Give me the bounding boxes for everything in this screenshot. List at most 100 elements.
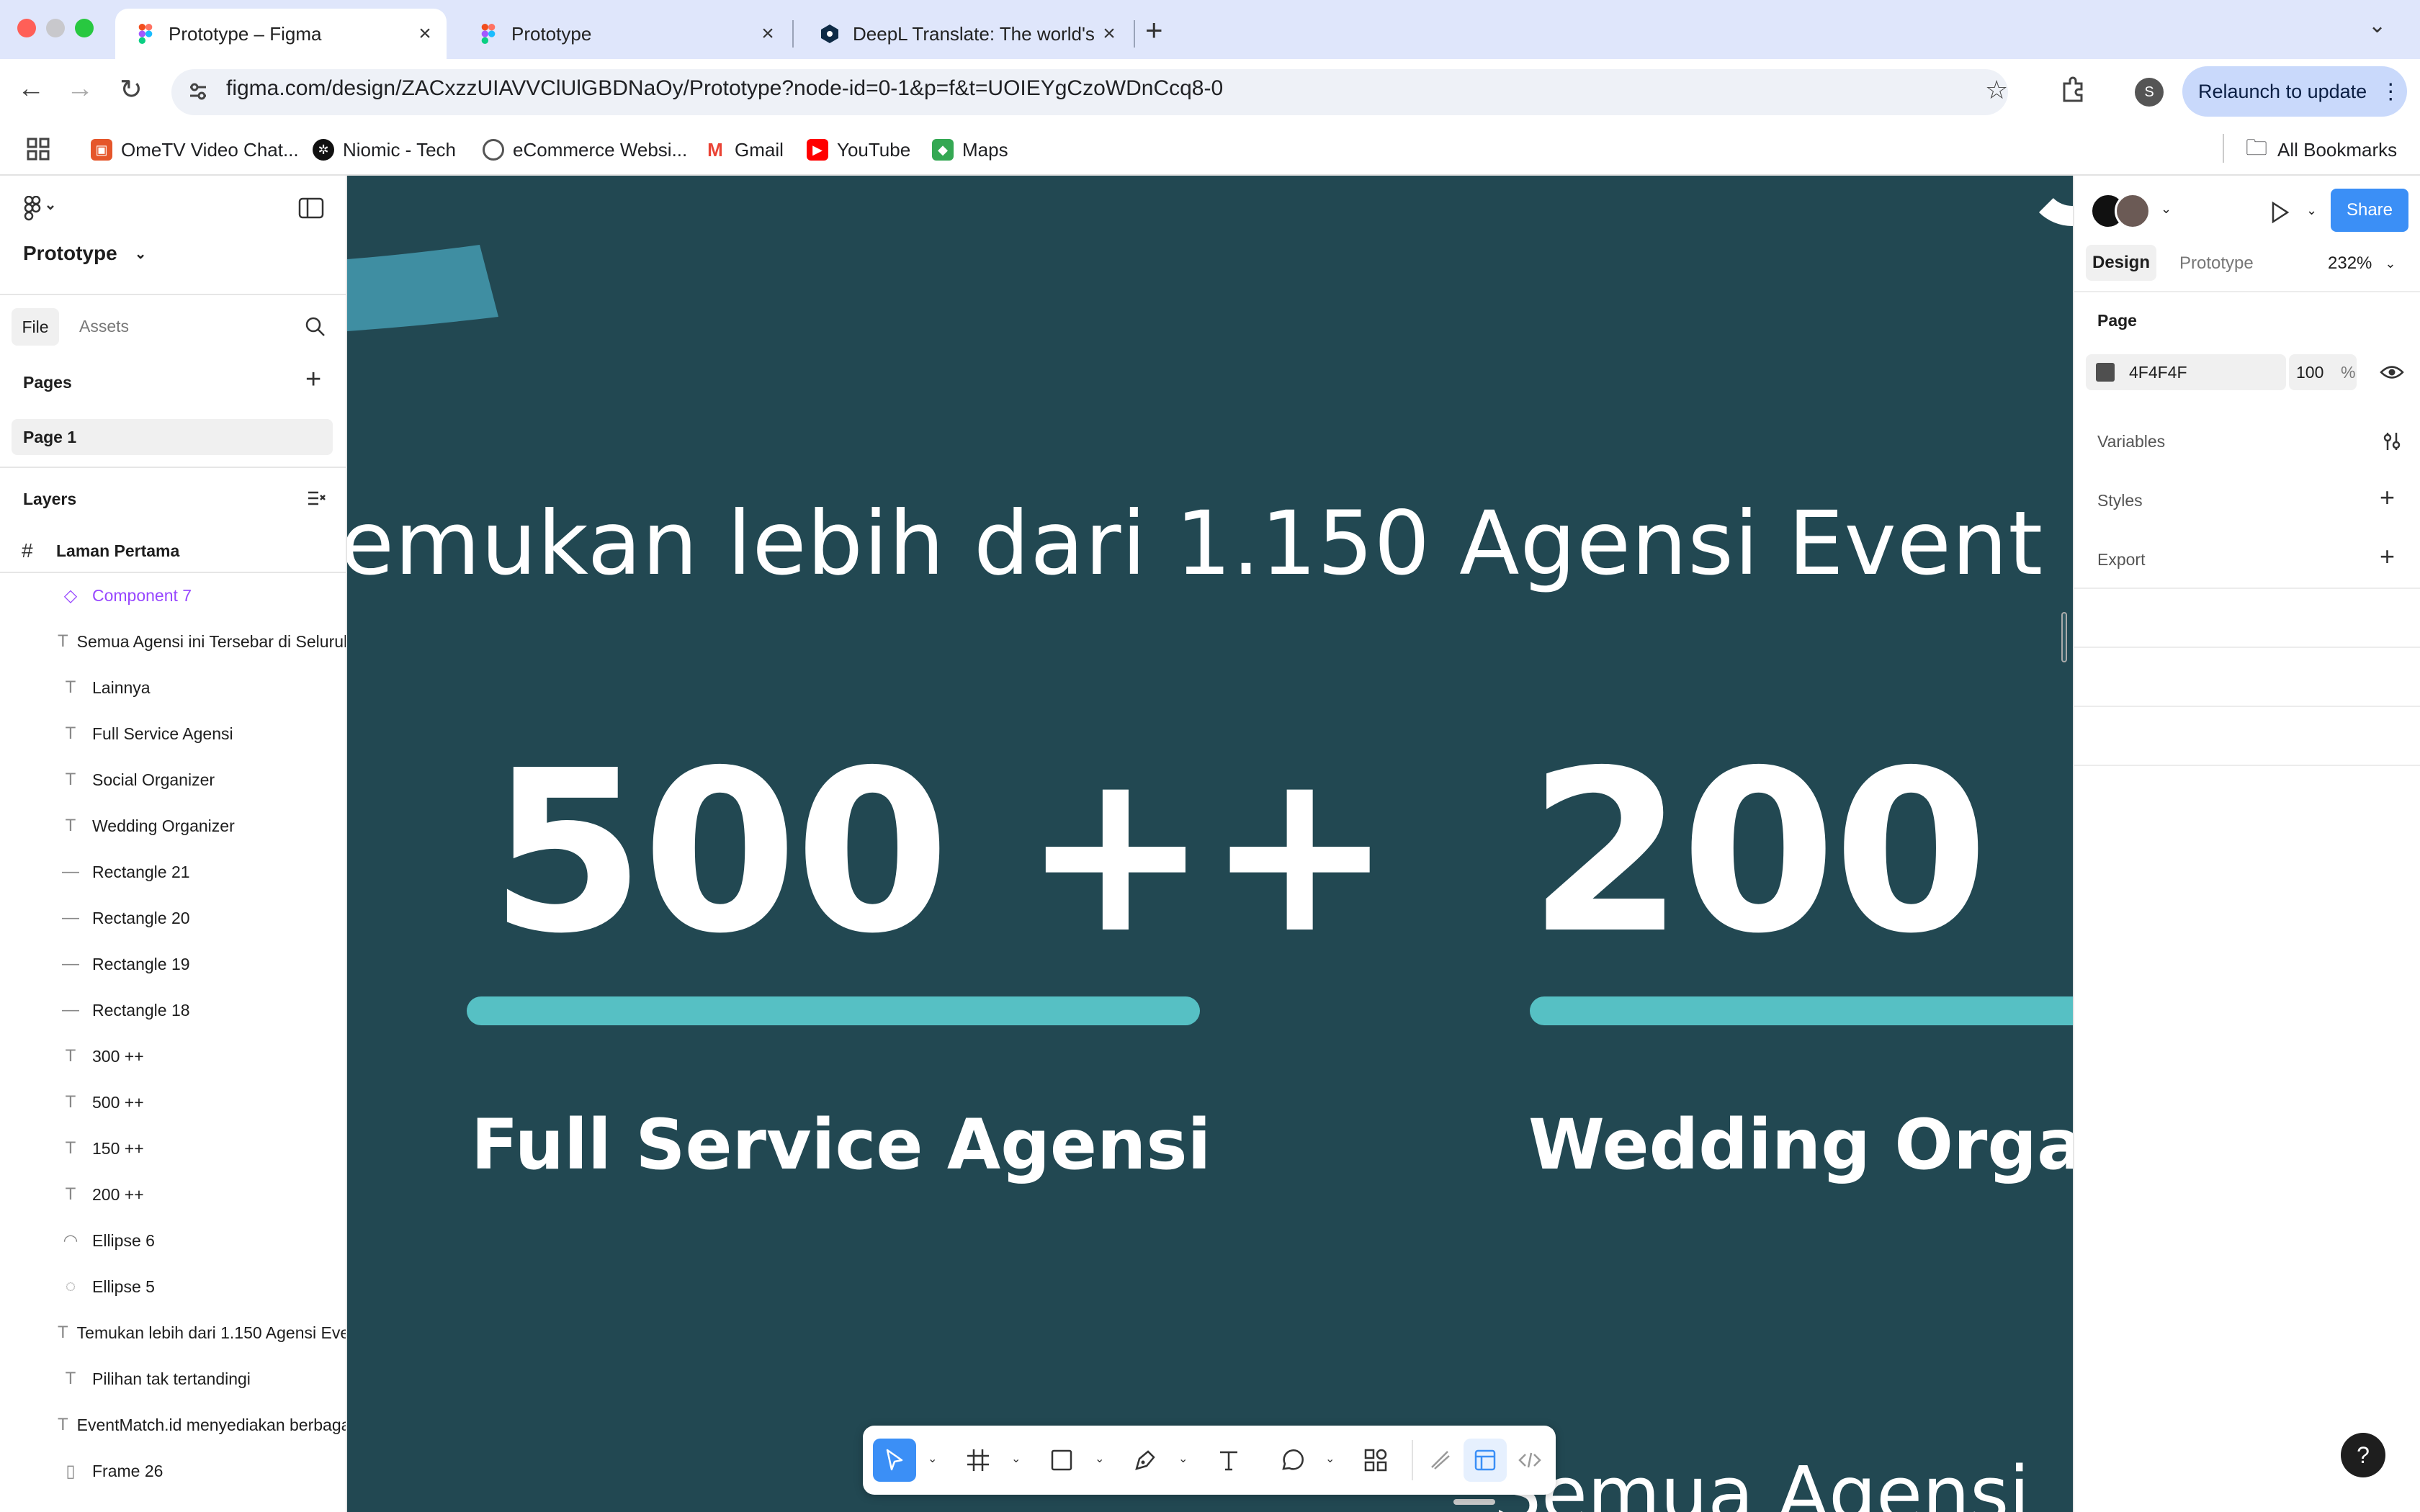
figma-icon	[478, 24, 498, 44]
layer-label: Temukan lebih dari 1.150 Agensi Event Or…	[76, 1323, 346, 1342]
pages-header: Pages	[23, 373, 72, 392]
bookmark-youtube[interactable]: ▶ YouTube	[807, 137, 910, 163]
minimize-window-button[interactable]	[46, 19, 65, 37]
profile-avatar[interactable]: S	[2135, 78, 2164, 107]
bookmark-ometv[interactable]: ▣ OmeTV Video Chat...	[91, 137, 299, 163]
layer-rectangle[interactable]: — Rectangle 20	[0, 896, 346, 940]
niomic-icon: ✲	[313, 139, 334, 161]
text-icon: T	[58, 1323, 68, 1342]
file-name-button[interactable]: Prototype ⌄	[23, 242, 146, 265]
frame-tool-button[interactable]	[956, 1439, 1000, 1482]
design-mode-button[interactable]	[1464, 1439, 1507, 1482]
reload-icon[interactable]: ↻	[120, 73, 143, 106]
layer-rectangle[interactable]: — Rectangle 21	[0, 850, 346, 894]
close-tab-icon[interactable]: ×	[1095, 22, 1124, 46]
layer-rectangle[interactable]: — Rectangle 18	[0, 988, 346, 1032]
url-text[interactable]: figma.com/design/ZACxzzUIAVVClUlGBDNaOy/…	[226, 76, 1223, 101]
maximize-window-button[interactable]	[75, 19, 94, 37]
resize-handle[interactable]	[2061, 612, 2067, 662]
bookmark-star-icon[interactable]: ☆	[1985, 75, 2008, 105]
add-page-plus-icon[interactable]: +	[305, 364, 321, 395]
comment-tool-button[interactable]	[1270, 1439, 1314, 1482]
bookmark-niomic[interactable]: ✲ Niomic - Tech	[313, 137, 456, 163]
frame-hash-icon	[967, 1449, 989, 1471]
close-tab-icon[interactable]: ×	[411, 22, 439, 46]
chevron-down-icon[interactable]: ⌄	[1325, 1452, 1335, 1466]
layer-text[interactable]: T 500 ++	[0, 1080, 346, 1125]
layer-text[interactable]: T Semua Agensi ini Tersebar di Seluruh In…	[0, 619, 347, 664]
collapse-layers-icon[interactable]	[307, 488, 327, 508]
figma-menu-icon[interactable]	[23, 195, 56, 222]
layer-text[interactable]: T 200 ++	[0, 1172, 346, 1217]
bookmark-maps[interactable]: ◆ Maps	[932, 137, 1008, 163]
back-arrow-icon[interactable]: ←	[17, 73, 45, 104]
chevron-down-icon[interactable]: ⌄	[1095, 1452, 1104, 1466]
draw-icon	[1431, 1451, 1450, 1470]
extensions-icon[interactable]	[2058, 75, 2087, 104]
line-icon: —	[62, 1000, 79, 1020]
chevron-down-icon[interactable]: ⌄	[1178, 1452, 1188, 1466]
dev-mode-button[interactable]	[1508, 1439, 1551, 1482]
rectangle-tool-button[interactable]	[1040, 1439, 1083, 1482]
layer-text[interactable]: T Temukan lebih dari 1.150 Agensi Event O…	[0, 1310, 346, 1355]
tab-deepl[interactable]: DeepL Translate: The world's ×	[799, 9, 1131, 59]
page-item-page-1[interactable]: Page 1	[12, 419, 333, 455]
tab-prototype[interactable]: Prototype ×	[458, 9, 789, 59]
layer-label: Semua Agensi ini Tersebar di Seluruh Ind…	[76, 631, 347, 651]
chevron-down-icon[interactable]: ⌄	[928, 1452, 937, 1466]
all-bookmarks[interactable]: 🗀 All Bookmarks	[2246, 136, 2397, 163]
layer-label: 300 ++	[92, 1046, 144, 1066]
draw-mode-button[interactable]	[1419, 1439, 1462, 1482]
toolbar-divider	[1412, 1440, 1413, 1480]
figma-icon	[135, 24, 156, 44]
layer-text[interactable]: T Wedding Organizer	[0, 804, 346, 848]
move-tool-button[interactable]	[873, 1439, 916, 1482]
layer-frame-laman-pertama[interactable]: # Laman Pertama	[0, 528, 346, 573]
canvas-scrollbar[interactable]	[1453, 1499, 1495, 1505]
layer-text[interactable]: T Lainnya	[0, 665, 346, 710]
ellipse-icon: ◠	[63, 1230, 79, 1251]
pen-tool-button[interactable]	[1124, 1439, 1167, 1482]
tab-file[interactable]: File	[12, 308, 59, 346]
tab-search-chevron-icon[interactable]: ⌄	[2368, 13, 2386, 38]
design-mode-icon	[1474, 1449, 1496, 1471]
more-vert-icon[interactable]: ⋮	[2380, 79, 2401, 104]
layers-header: Layers	[23, 490, 77, 508]
new-tab-button[interactable]: +	[1145, 13, 1163, 48]
layer-text[interactable]: T 300 ++	[0, 1034, 346, 1079]
bookmark-gmail[interactable]: M Gmail	[704, 137, 784, 163]
text-icon: T	[58, 631, 68, 651]
close-tab-icon[interactable]: ×	[753, 22, 782, 46]
sidebar-toggle-icon[interactable]	[298, 197, 324, 219]
layer-ellipse[interactable]: ◠ Ellipse 6	[0, 1218, 346, 1263]
help-button[interactable]: ?	[2341, 1433, 2385, 1477]
layer-ellipse[interactable]: ◌ Ellipse 5	[0, 1264, 346, 1309]
ellipse-icon: ◌	[65, 1277, 76, 1296]
relaunch-button[interactable]: Relaunch to update ⋮	[2182, 66, 2407, 117]
text-tool-button[interactable]	[1207, 1439, 1250, 1482]
bookmark-ecommerce[interactable]: eCommerce Websi...	[483, 137, 687, 163]
forward-arrow-icon[interactable]: →	[66, 73, 94, 104]
chevron-down-icon[interactable]: ⌄	[1011, 1452, 1021, 1466]
bookmark-label: Gmail	[735, 138, 784, 161]
layer-rectangle[interactable]: — Rectangle 19	[0, 942, 346, 986]
layer-text[interactable]: T EventMatch.id menyediakan berbagai	[0, 1403, 346, 1447]
layer-text[interactable]: T Full Service Agensi	[0, 711, 346, 756]
layer-component-7[interactable]: ◇ Component 7	[0, 573, 346, 618]
layer-text[interactable]: T Social Organizer	[0, 757, 346, 802]
close-window-button[interactable]	[17, 19, 36, 37]
design-canvas[interactable]: emukan lebih dari 1.150 Agensi Event Org…	[347, 176, 2073, 1512]
layer-text[interactable]: T Pilihan tak tertandingi	[0, 1356, 346, 1401]
tab-title: Prototype	[511, 22, 592, 45]
layer-label: Ellipse 6	[92, 1230, 155, 1250]
tab-figma-prototype[interactable]: Prototype – Figma ×	[115, 9, 447, 59]
apps-grid-icon[interactable]	[26, 137, 50, 161]
layer-label: 200 ++	[92, 1184, 144, 1204]
tab-assets[interactable]: Assets	[79, 317, 129, 336]
actions-tool-button[interactable]	[1354, 1439, 1397, 1482]
bookmark-label: OmeTV Video Chat...	[121, 138, 299, 161]
search-icon[interactable]	[304, 315, 327, 338]
layer-text[interactable]: T 150 ++	[0, 1126, 346, 1171]
layer-frame[interactable]: ▯ Frame 26	[0, 1449, 346, 1493]
site-settings-icon[interactable]	[186, 79, 210, 104]
